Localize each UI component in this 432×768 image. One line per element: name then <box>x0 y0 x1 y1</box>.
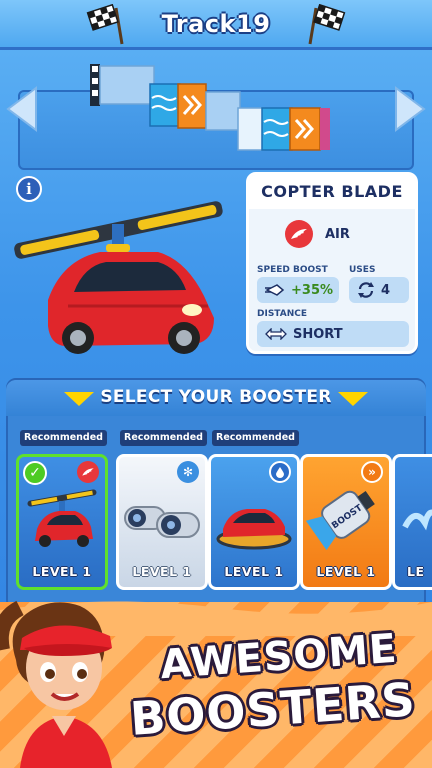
hover-car-icon <box>216 509 292 550</box>
speed-boost-box: +35% <box>257 277 339 303</box>
game-screen: Track19 i COPTER BLADE AIR SPEED BOOST U… <box>0 0 432 768</box>
uses-value: 4 <box>381 282 391 298</box>
double-arrow-icon <box>265 328 287 340</box>
title-bar: Track19 <box>0 0 432 50</box>
copter-car-illustration <box>14 201 223 354</box>
booster-level: LEVEL 1 <box>32 564 92 579</box>
booster-name: COPTER BLADE <box>249 175 415 209</box>
booster-item-hover[interactable]: Recommended LEVEL 1 <box>208 430 302 594</box>
boost-canister-icon: BOOST <box>305 490 375 551</box>
driver-girl-mascot <box>0 600 112 768</box>
track-title: Track19 <box>161 10 271 38</box>
select-booster-header: SELECT YOUR BOOSTER <box>6 380 426 416</box>
uses-box: 4 <box>349 277 409 303</box>
recommended-tag: Recommended <box>120 430 207 446</box>
speed-boost-label: SPEED BOOST <box>257 265 328 275</box>
booster-type: AIR <box>325 226 350 242</box>
recommended-tag: Recommended <box>212 430 299 446</box>
booster-card[interactable]: LE <box>392 454 432 590</box>
boosters-carousel[interactable]: Recommended ✓ LEVEL 1 Recommended ✻ LEVE… <box>16 430 432 600</box>
previous-track-arrow-icon[interactable] <box>2 84 42 134</box>
next-track-arrow-icon[interactable] <box>390 84 430 134</box>
booster-type-row: AIR <box>285 219 350 249</box>
checkered-flag-icon <box>308 4 346 45</box>
booster-card[interactable]: ✻ LEVEL 1 <box>116 454 208 590</box>
booster-level: LE <box>407 564 425 579</box>
jet-turbine-icon <box>124 506 200 538</box>
recommended-tag: Recommended <box>20 430 107 446</box>
water-splash-icon <box>402 509 432 531</box>
track-segments-map <box>90 64 330 151</box>
speed-boost-value: +35% <box>291 282 334 298</box>
uses-label: USES <box>349 265 376 275</box>
distance-box: SHORT <box>257 321 409 347</box>
booster-level: LEVEL 1 <box>224 564 284 579</box>
booster-level: LEVEL 1 <box>132 564 192 579</box>
booster-item-boost-canister[interactable]: » BOOST LEVEL 1 <box>300 430 394 594</box>
booster-item-turbines[interactable]: Recommended ✻ LEVEL 1 <box>116 430 210 594</box>
booster-card[interactable]: » BOOST LEVEL 1 <box>300 454 392 590</box>
distance-label: DISTANCE <box>257 309 307 319</box>
booster-item-copter-blade[interactable]: Recommended ✓ LEVEL 1 <box>16 430 110 594</box>
wing-icon <box>285 220 313 248</box>
repeat-icon <box>358 282 374 298</box>
booster-level: LEVEL 1 <box>316 564 376 579</box>
booster-card[interactable]: LEVEL 1 <box>208 454 300 590</box>
copter-car-icon <box>27 489 97 547</box>
distance-value: SHORT <box>293 326 343 342</box>
speed-rocket-icon <box>265 284 285 296</box>
booster-item-water[interactable]: LE <box>392 430 432 594</box>
booster-card[interactable]: ✓ LEVEL 1 <box>16 454 108 590</box>
booster-detail-card: COPTER BLADE AIR SPEED BOOST USES +35% 4… <box>246 172 418 354</box>
yellow-triangle-icon <box>338 392 368 406</box>
